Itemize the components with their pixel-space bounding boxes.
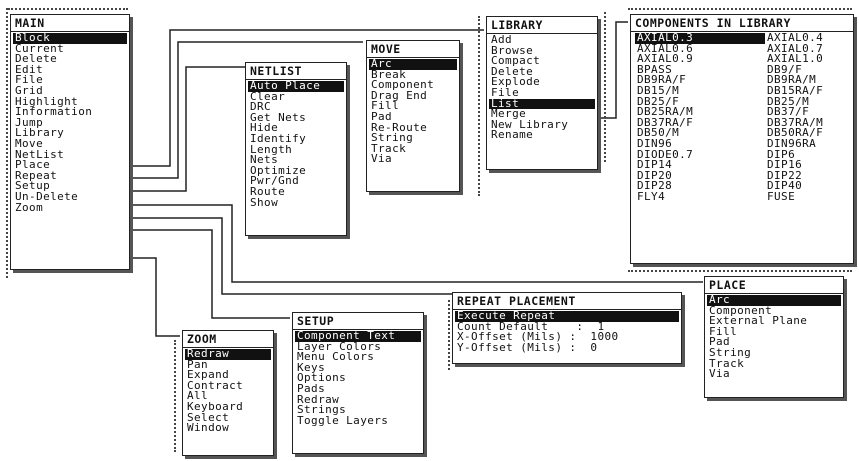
place-menu-title: PLACE <box>705 277 843 294</box>
library-menu-items: Add Browse Compact Delete Explode File List Mer… <box>487 34 597 143</box>
place-menu: PLACE Arc Component External Plane Fill Pad S… <box>704 276 844 398</box>
netlist-menu-title: NETLIST <box>246 63 346 80</box>
components-item-fuse[interactable]: FUSE <box>765 191 855 203</box>
main-menu-title: MAIN <box>11 15 129 32</box>
repeat-menu-title: REPEAT PLACEMENT <box>453 293 681 310</box>
library-menu: LIBRARY Add Browse Compact Delete Explode Fil… <box>486 16 598 170</box>
main-item-zoom[interactable]: Zoom <box>13 202 127 214</box>
setup-menu-title: SETUP <box>293 313 423 330</box>
components-dotted-bottom <box>628 270 852 272</box>
setup-item-toggle-layers[interactable]: Toggle Layers <box>295 415 421 427</box>
zoom-menu-title: ZOOM <box>183 331 273 348</box>
move-menu-items: Arc Break Component Drag End Fill Pad Re-Route… <box>367 58 459 167</box>
setup-menu-items: Component Text Layer Colors Menu Colors Key… <box>293 330 423 428</box>
components-menu-items: AXIAL0.3 AXIAL0.4 AXIAL0.6 AXIAL0.7 AXIAL0.9… <box>631 32 853 205</box>
zoom-menu-items: Redraw Pan Expand Contract All Keyboard Select… <box>183 348 273 436</box>
move-item-via[interactable]: Via <box>369 154 457 165</box>
move-menu-title: MOVE <box>367 41 459 58</box>
components-dotted-top <box>628 8 852 10</box>
library-item-rename[interactable]: Rename <box>489 130 595 141</box>
components-menu-title: COMPONENTS IN LIBRARY <box>631 15 853 32</box>
components-in-library-menu: COMPONENTS IN LIBRARY AXIAL0.3 AXIAL0.4 AX… <box>630 14 854 264</box>
zoom-item-window[interactable]: Window <box>185 422 271 434</box>
main-dotted-top <box>8 8 128 10</box>
zoom-dotted-edge <box>174 340 176 452</box>
repeat-dotted-edge <box>448 300 450 370</box>
netlist-menu: NETLIST Auto Place Clear DRC Get Nets Hide Id… <box>245 62 347 236</box>
main-dotted-edge <box>6 8 8 278</box>
library-dotted-edge <box>604 12 606 162</box>
library-left-dotted-edge <box>478 16 480 196</box>
main-menu-items: Block Current Delete Edit File Grid Highlight I… <box>11 32 129 215</box>
repeat-placement-menu: REPEAT PLACEMENT Execute Repeat Count Def… <box>452 292 682 364</box>
move-menu: MOVE Arc Break Component Drag End Fill Pad Re-… <box>366 40 460 192</box>
library-menu-title: LIBRARY <box>487 17 597 34</box>
repeat-item-y-offset-mils-0[interactable]: Y-Offset (Mils) : 0 <box>455 342 679 354</box>
setup-menu: SETUP Component Text Layer Colors Menu Col… <box>292 312 424 454</box>
place-item-via[interactable]: Via <box>707 368 841 380</box>
netlist-menu-items: Auto Place Clear DRC Get Nets Hide Identify Le… <box>246 80 346 210</box>
netlist-item-show[interactable]: Show <box>248 197 344 209</box>
main-menu: MAIN Block Current Delete Edit File Grid Highl… <box>10 14 130 270</box>
place-menu-items: Arc Component External Plane Fill Pad String T… <box>705 294 843 382</box>
repeat-menu-items: Execute Repeat Count Default : 1 X-Offset … <box>453 310 681 355</box>
zoom-menu: ZOOM Redraw Pan Expand Contract All Keyboard S… <box>182 330 274 456</box>
components-item-fly4[interactable]: FLY4 <box>635 191 765 203</box>
